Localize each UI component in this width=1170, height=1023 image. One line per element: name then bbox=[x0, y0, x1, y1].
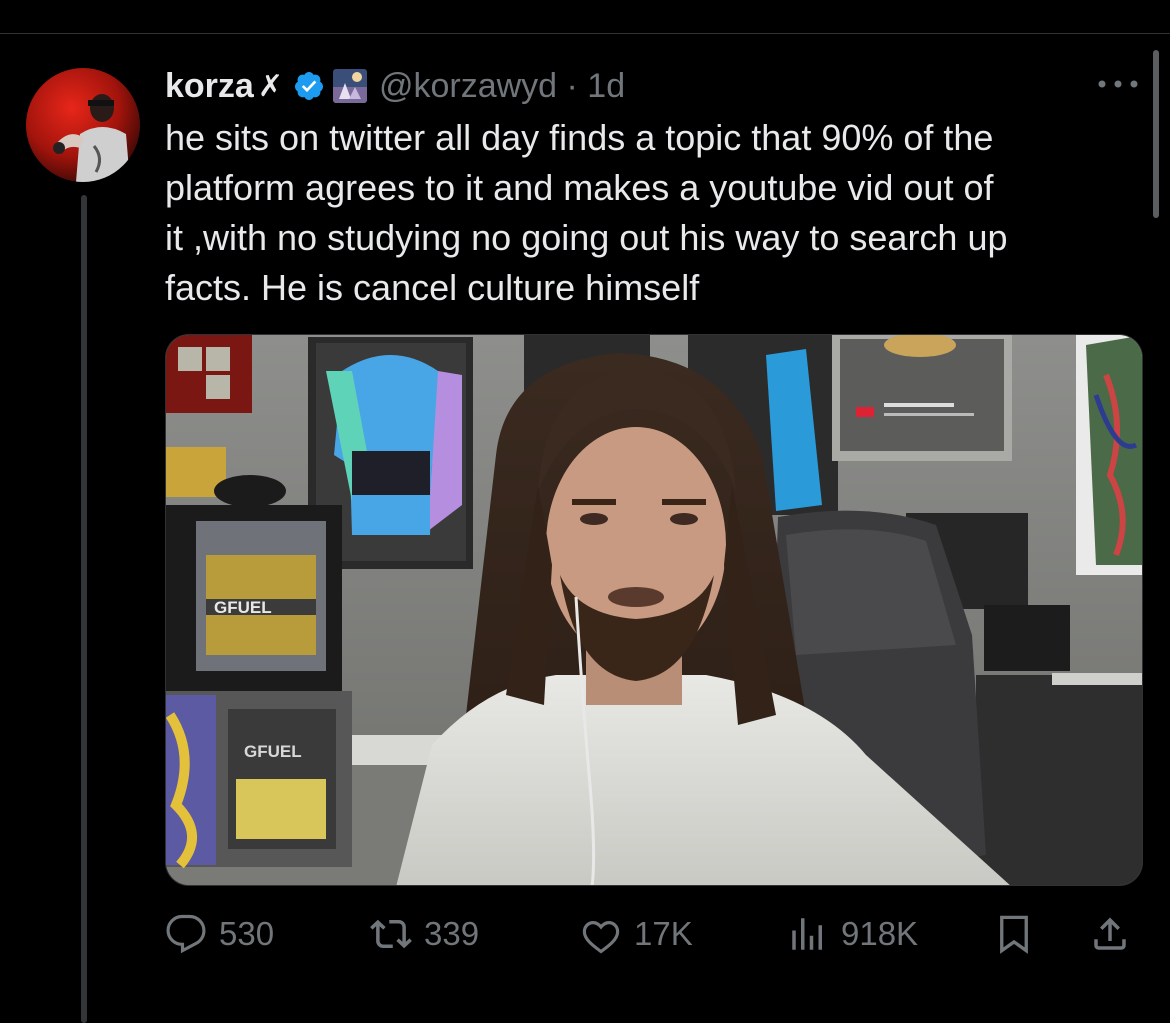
heart-icon bbox=[582, 921, 620, 954]
tweet-header: korza ✗ @korzawyd · 1d bbox=[165, 62, 625, 110]
views-icon bbox=[792, 918, 822, 950]
tweet-media-image[interactable]: GFUEL GFUEL bbox=[165, 334, 1143, 886]
view-count: 918K bbox=[841, 915, 919, 952]
repost-count: 339 bbox=[424, 915, 480, 952]
verified-badge-icon[interactable] bbox=[293, 70, 325, 102]
share-button[interactable] bbox=[1089, 908, 1131, 960]
tweet-text-line: he sits on twitter all day finds a topic… bbox=[165, 117, 994, 158]
views-button[interactable]: 918K bbox=[787, 908, 918, 960]
top-divider bbox=[0, 33, 1170, 34]
tweet-text: he sits on twitter all day finds a topic… bbox=[165, 113, 1125, 313]
share-icon bbox=[1094, 917, 1126, 950]
scrollbar[interactable] bbox=[1153, 50, 1159, 218]
avatar[interactable] bbox=[26, 68, 140, 182]
repost-button[interactable]: 339 bbox=[370, 908, 479, 960]
more-options-icon[interactable] bbox=[1096, 74, 1140, 94]
tweet-text-line: it ,with no studying no going out his wa… bbox=[165, 217, 1008, 258]
affiliate-badge-image[interactable] bbox=[332, 69, 367, 103]
author-name-symbol: ✗ bbox=[257, 69, 283, 103]
reply-button[interactable]: 530 bbox=[165, 908, 274, 960]
can-label: GFUEL bbox=[214, 598, 272, 617]
thread-line bbox=[81, 195, 87, 1023]
can-label: GFUEL bbox=[244, 742, 302, 761]
bookmark-button[interactable] bbox=[993, 908, 1035, 960]
tweet-text-line: platform agrees to it and makes a youtub… bbox=[165, 167, 994, 208]
action-bar: 530 339 17K 918K bbox=[165, 908, 1145, 960]
handle-and-time[interactable]: @korzawyd · 1d bbox=[379, 67, 625, 106]
reply-count: 530 bbox=[219, 915, 275, 952]
bookmark-icon bbox=[1000, 915, 1028, 954]
author-name[interactable]: korza bbox=[165, 67, 254, 106]
like-button[interactable]: 17K bbox=[580, 908, 693, 960]
tweet-text-line: facts. He is cancel culture himself bbox=[165, 267, 700, 308]
like-count: 17K bbox=[634, 915, 693, 952]
reply-icon bbox=[166, 914, 206, 954]
repost-icon bbox=[370, 919, 412, 949]
